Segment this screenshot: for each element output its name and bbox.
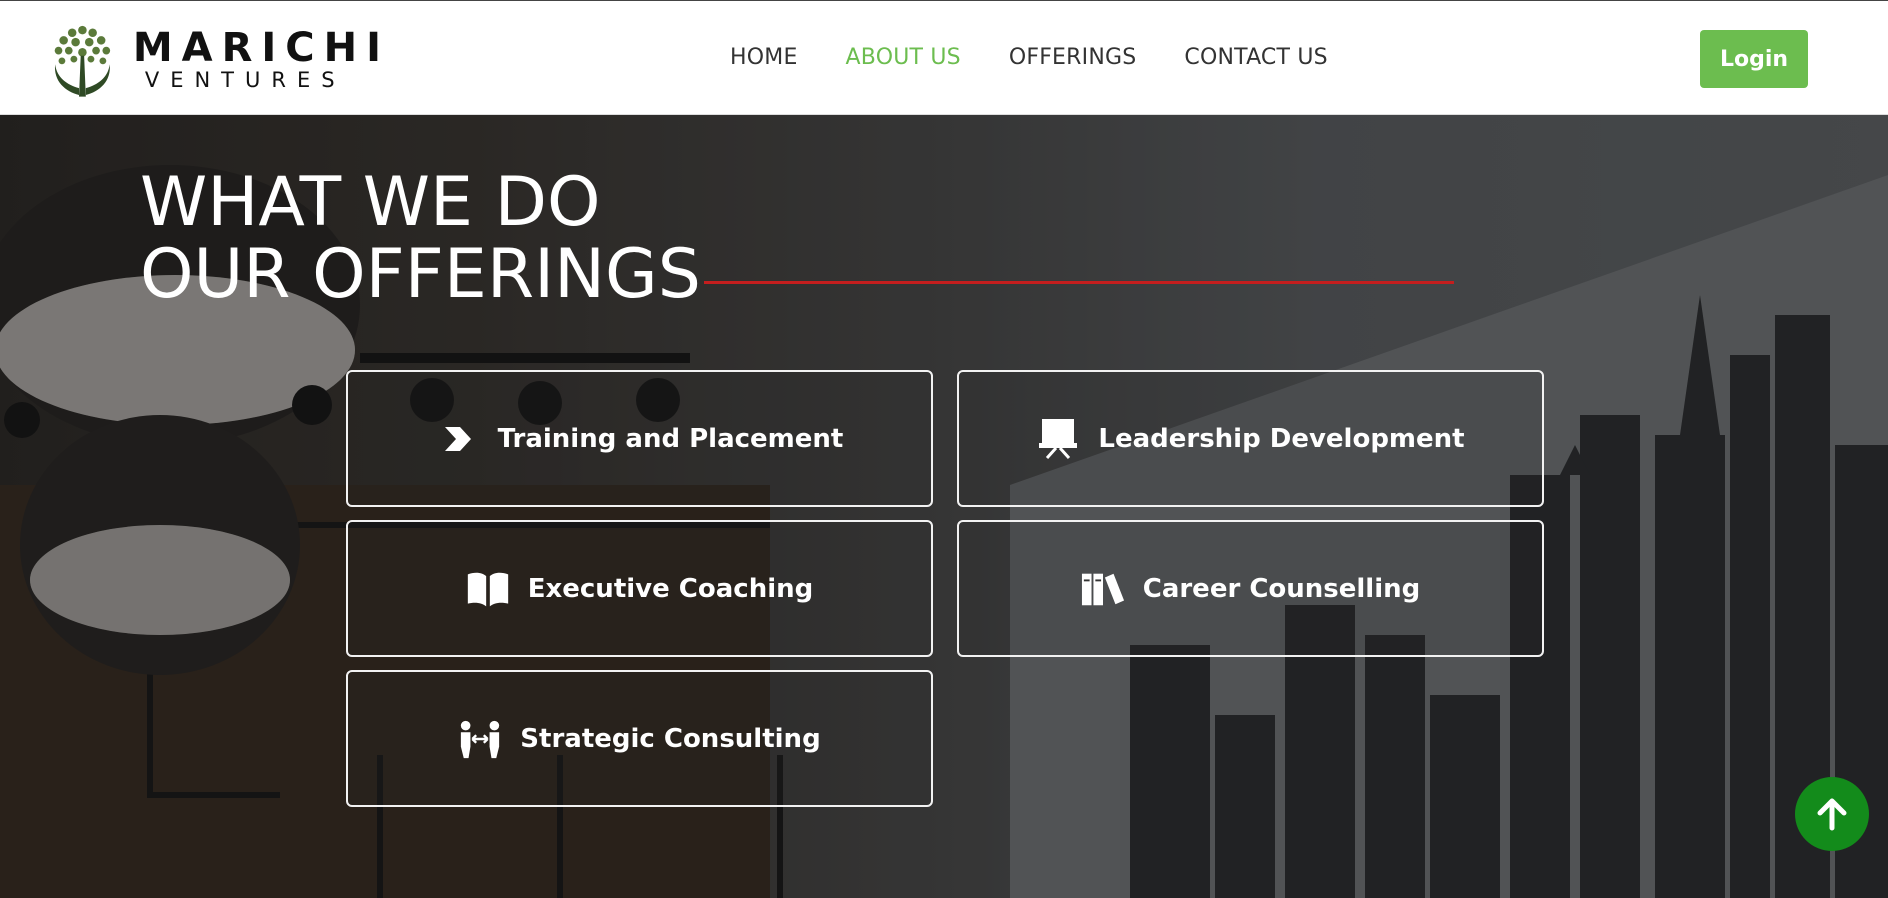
offering-label: Training and Placement: [497, 423, 844, 454]
presentation-board-icon: [1036, 418, 1080, 460]
nav-contact-us[interactable]: CONTACT US: [1184, 45, 1327, 70]
people-exchange-icon: [458, 718, 502, 760]
offerings-hero: WHAT WE DO OUR OFFERINGS Training and Pl…: [0, 115, 1888, 898]
offering-card-career-counselling[interactable]: Career Counselling: [957, 520, 1544, 657]
site-header: MARICHI VENTURES HOME ABOUT US OFFERINGS…: [0, 0, 1888, 115]
brand-logo[interactable]: MARICHI VENTURES: [50, 15, 390, 105]
nav-about-us[interactable]: ABOUT US: [846, 45, 961, 70]
nav-home[interactable]: HOME: [730, 45, 798, 70]
offering-card-training-placement[interactable]: Training and Placement: [346, 370, 933, 507]
brand-name: MARICHI: [132, 25, 390, 71]
offering-card-executive-coaching[interactable]: Executive Coaching: [346, 520, 933, 657]
chevron-right-icon: [436, 418, 480, 460]
arrow-up-icon: [1817, 798, 1847, 831]
heading-divider: [704, 281, 1454, 284]
brand-tagline: VENTURES: [144, 68, 346, 92]
offering-label: Career Counselling: [1142, 573, 1421, 604]
offering-label: Executive Coaching: [527, 573, 814, 604]
main-nav: HOME ABOUT US OFFERINGS CONTACT US: [730, 45, 1328, 70]
heading-line-2: OUR OFFERINGS: [140, 235, 701, 314]
books-icon: [1081, 568, 1125, 610]
offering-card-strategic-consulting[interactable]: Strategic Consulting: [346, 670, 933, 807]
offering-card-leadership-development[interactable]: Leadership Development: [957, 370, 1544, 507]
nav-offerings[interactable]: OFFERINGS: [1009, 45, 1137, 70]
open-book-icon: [466, 568, 510, 610]
login-button[interactable]: Login: [1700, 30, 1808, 88]
scroll-to-top-button[interactable]: [1795, 777, 1869, 851]
section-heading: WHAT WE DO OUR OFFERINGS: [140, 167, 701, 311]
tree-hands-icon: [54, 25, 111, 97]
offering-label: Leadership Development: [1098, 423, 1465, 454]
heading-line-1: WHAT WE DO: [140, 163, 601, 242]
offering-label: Strategic Consulting: [520, 723, 821, 754]
